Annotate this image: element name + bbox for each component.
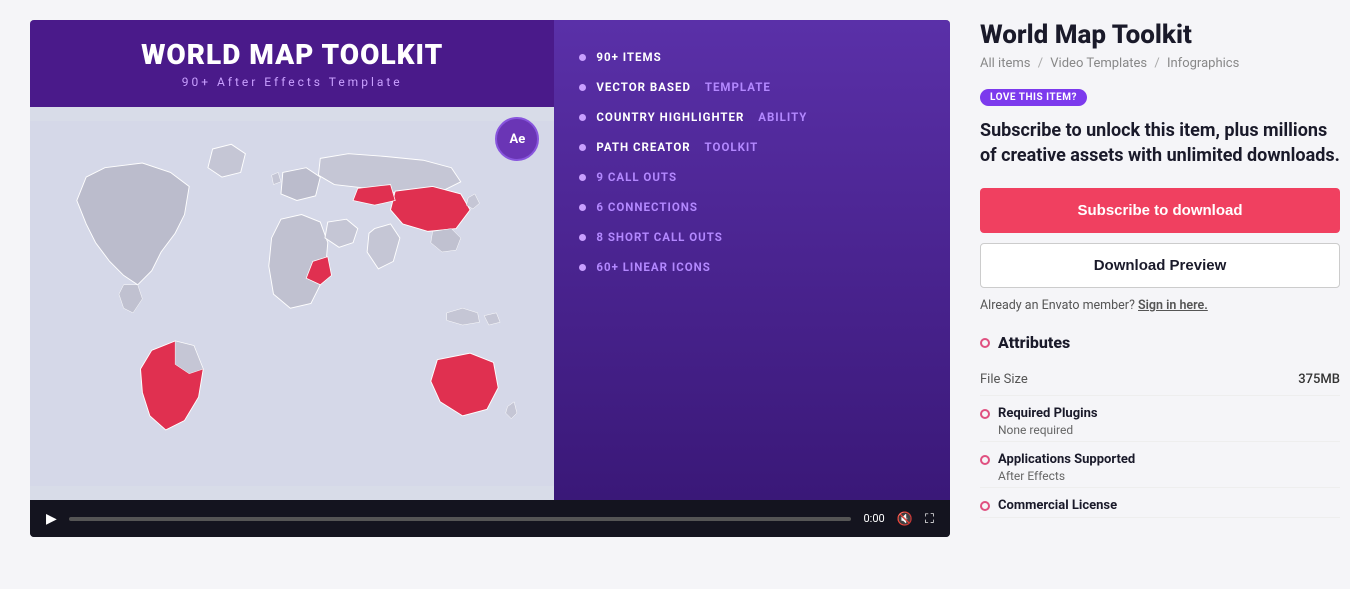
feature-label-4b: TOOLKIT: [705, 140, 759, 154]
feature-dot-8: [579, 264, 586, 271]
video-container: WORLD MAP TOOLKIT 90+ After Effects Temp…: [30, 20, 950, 537]
video-title-bar: WORLD MAP TOOLKIT 90+ After Effects Temp…: [30, 20, 554, 107]
breadcrumb: All items / Video Templates / Infographi…: [980, 56, 1340, 71]
breadcrumb-sep-2: /: [1154, 56, 1163, 71]
feature-label-3a: COUNTRY HIGHLIGHTER: [596, 110, 748, 124]
feature-label-8: 60+ LINEAR ICONS: [596, 260, 710, 274]
commercial-license-row: Commercial License: [980, 488, 1340, 518]
video-preview: WORLD MAP TOOLKIT 90+ After Effects Temp…: [30, 20, 950, 500]
video-main-title: WORLD MAP TOOLKIT: [50, 38, 534, 71]
feature-label-7: 8 SHORT CALL OUTS: [596, 230, 722, 244]
breadcrumb-infographics[interactable]: Infographics: [1167, 56, 1239, 71]
feature-dot-6: [579, 204, 586, 211]
file-size-label: File Size: [980, 372, 1028, 387]
feature-item-8: 60+ LINEAR ICONS: [579, 260, 925, 274]
breadcrumb-video-templates[interactable]: Video Templates: [1050, 56, 1147, 71]
page-container: WORLD MAP TOOLKIT 90+ After Effects Temp…: [0, 0, 1350, 557]
subscribe-to-download-button[interactable]: Subscribe to download: [980, 188, 1340, 233]
feature-item-6: 6 CONNECTIONS: [579, 200, 925, 214]
file-size-value: 375MB: [1298, 372, 1340, 387]
left-panel: WORLD MAP TOOLKIT 90+ After Effects Temp…: [30, 20, 950, 537]
feature-label-5: 9 CALL OUTS: [596, 170, 677, 184]
feature-item-7: 8 SHORT CALL OUTS: [579, 230, 925, 244]
feature-item-4: PATH CREATOR TOOLKIT: [579, 140, 925, 154]
love-badge[interactable]: LOVE THIS ITEM?: [980, 89, 1087, 106]
feature-item-2: VECTOR BASED TEMPLATE: [579, 80, 925, 94]
breadcrumb-all-items[interactable]: All items: [980, 56, 1030, 71]
feature-label-2b: TEMPLATE: [705, 80, 771, 94]
time-display: 0:00: [863, 512, 884, 525]
volume-button[interactable]: 🔇: [897, 511, 913, 527]
required-plugins-row: Required Plugins None required: [980, 396, 1340, 442]
required-plugins-title: Required Plugins: [998, 406, 1098, 421]
feature-item-5: 9 CALL OUTS: [579, 170, 925, 184]
attributes-title: Attributes: [980, 333, 1340, 352]
required-plugins-content: Required Plugins None required: [998, 406, 1098, 437]
applications-content: Applications Supported After Effects: [998, 452, 1135, 483]
fullscreen-button[interactable]: ⛶: [925, 511, 934, 527]
subscribe-text: Subscribe to unlock this item, plus mill…: [980, 118, 1340, 168]
feature-dot-3: [579, 114, 586, 121]
applications-value: After Effects: [998, 469, 1135, 483]
sign-in-link[interactable]: Sign in here.: [1138, 298, 1208, 313]
download-preview-button[interactable]: Download Preview: [980, 243, 1340, 288]
feature-dot-5: [579, 174, 586, 181]
feature-label-4a: PATH CREATOR: [596, 140, 694, 154]
file-size-row: File Size 375MB: [980, 364, 1340, 396]
commercial-license-dot: [980, 501, 990, 511]
commercial-license-content: Commercial License: [998, 498, 1117, 513]
required-plugins-value: None required: [998, 423, 1098, 437]
feature-dot-4: [579, 144, 586, 151]
feature-item-3: COUNTRY HIGHLIGHTER ABILITY: [579, 110, 925, 124]
attributes-section: Attributes File Size 375MB Required Plug…: [980, 333, 1340, 518]
map-area: Ae: [30, 107, 554, 500]
attributes-label: Attributes: [998, 333, 1070, 352]
feature-item-1: 90+ ITEMS: [579, 50, 925, 64]
breadcrumb-sep-1: /: [1038, 56, 1047, 71]
feature-dot-7: [579, 234, 586, 241]
video-features-section: 90+ ITEMS VECTOR BASED TEMPLATE COUNTRY …: [554, 20, 950, 500]
video-left-section: WORLD MAP TOOLKIT 90+ After Effects Temp…: [30, 20, 554, 500]
world-map-svg: [30, 107, 554, 500]
member-text: Already an Envato member? Sign in here.: [980, 298, 1340, 313]
product-title: World Map Toolkit: [980, 20, 1340, 50]
applications-row: Applications Supported After Effects: [980, 442, 1340, 488]
video-controls: ▶ 0:00 🔇 ⛶: [30, 500, 950, 537]
right-panel: World Map Toolkit All items / Video Temp…: [980, 20, 1340, 537]
attributes-dot-icon: [980, 338, 990, 348]
play-button[interactable]: ▶: [46, 510, 57, 527]
feature-dot-1: [579, 54, 586, 61]
commercial-license-title: Commercial License: [998, 498, 1117, 513]
required-plugins-dot: [980, 409, 990, 419]
feature-label-1: 90+ ITEMS: [596, 50, 661, 64]
feature-dot-2: [579, 84, 586, 91]
feature-label-3b: ABILITY: [758, 110, 807, 124]
progress-bar[interactable]: [69, 517, 852, 521]
applications-dot: [980, 455, 990, 465]
applications-title: Applications Supported: [998, 452, 1135, 467]
feature-label-6: 6 CONNECTIONS: [596, 200, 698, 214]
video-subtitle: 90+ After Effects Template: [50, 75, 534, 89]
feature-label-2a: VECTOR BASED: [596, 80, 694, 94]
